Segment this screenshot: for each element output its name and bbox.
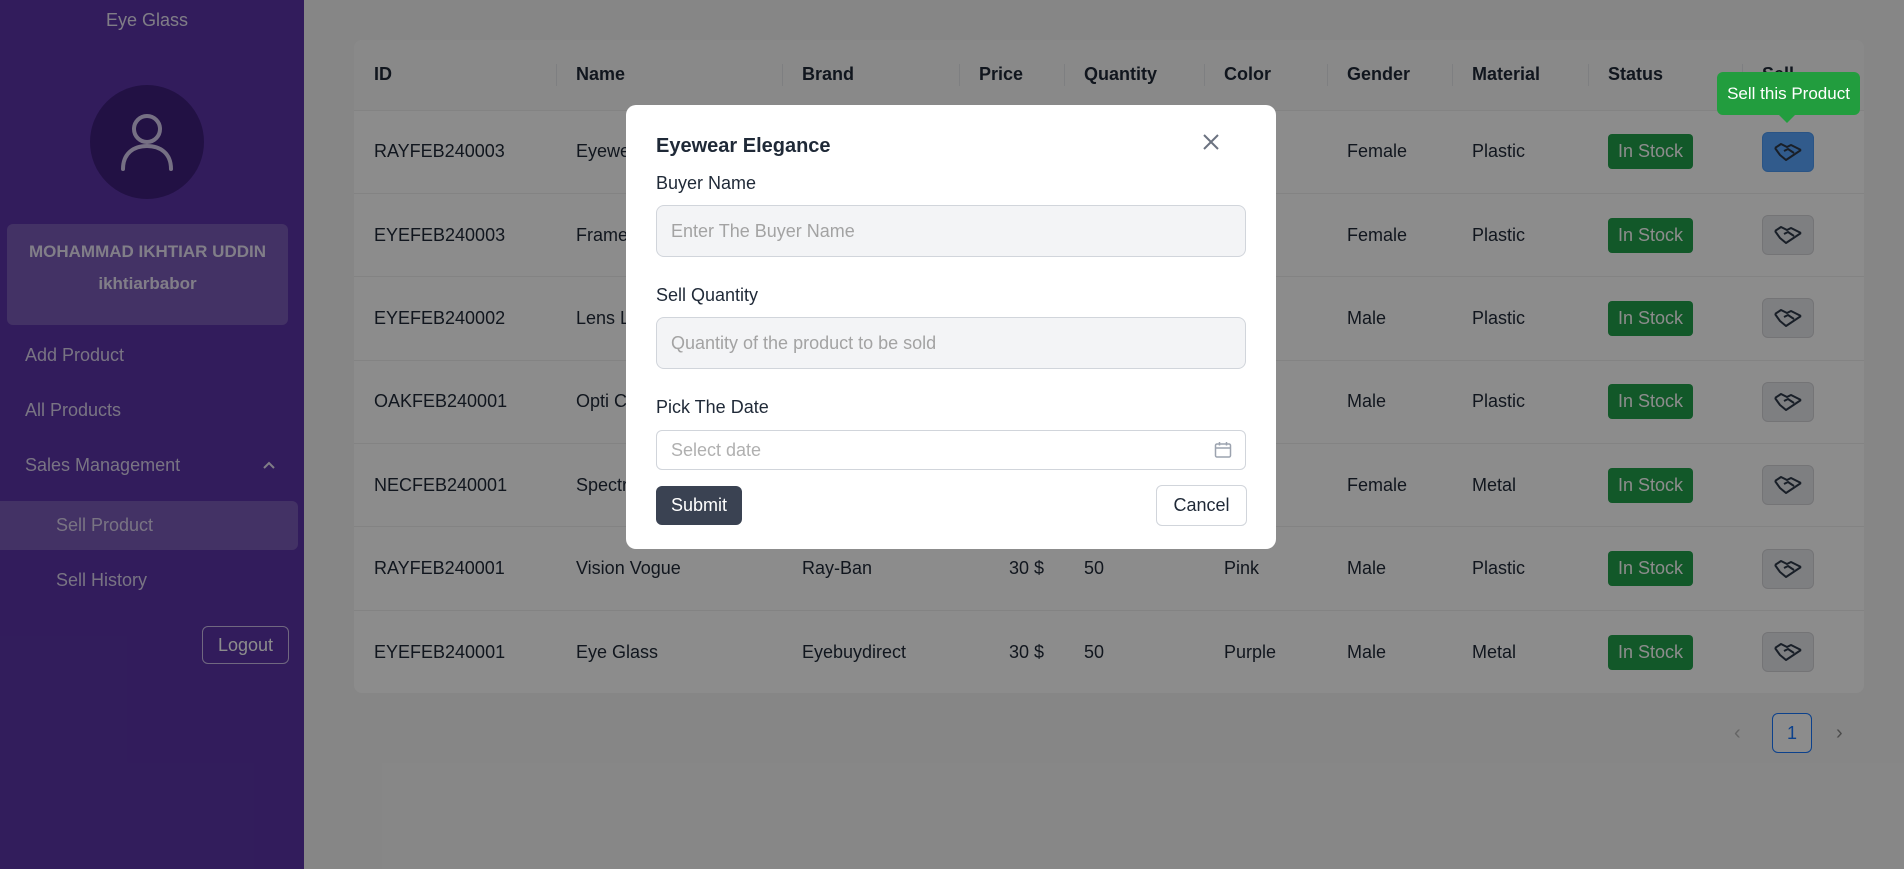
- sell-quantity-input[interactable]: [656, 317, 1246, 369]
- date-label: Pick The Date: [656, 397, 769, 417]
- buyer-name-input[interactable]: [656, 205, 1246, 257]
- close-icon: [1203, 134, 1219, 150]
- buyer-name-label: Buyer Name: [656, 173, 757, 193]
- submit-button[interactable]: Submit: [656, 486, 742, 525]
- close-button[interactable]: [1196, 127, 1226, 157]
- calendar-icon[interactable]: [1214, 441, 1232, 459]
- sell-tooltip: Sell this Product: [1717, 72, 1860, 123]
- cancel-button[interactable]: Cancel: [1156, 485, 1247, 526]
- modal-title: Eyewear Elegance: [656, 135, 831, 157]
- sell-quantity-label: Sell Quantity: [656, 285, 759, 305]
- date-picker-input[interactable]: [656, 430, 1246, 470]
- sell-modal: Eyewear Elegance Buyer Name Sell Quantit…: [626, 105, 1276, 549]
